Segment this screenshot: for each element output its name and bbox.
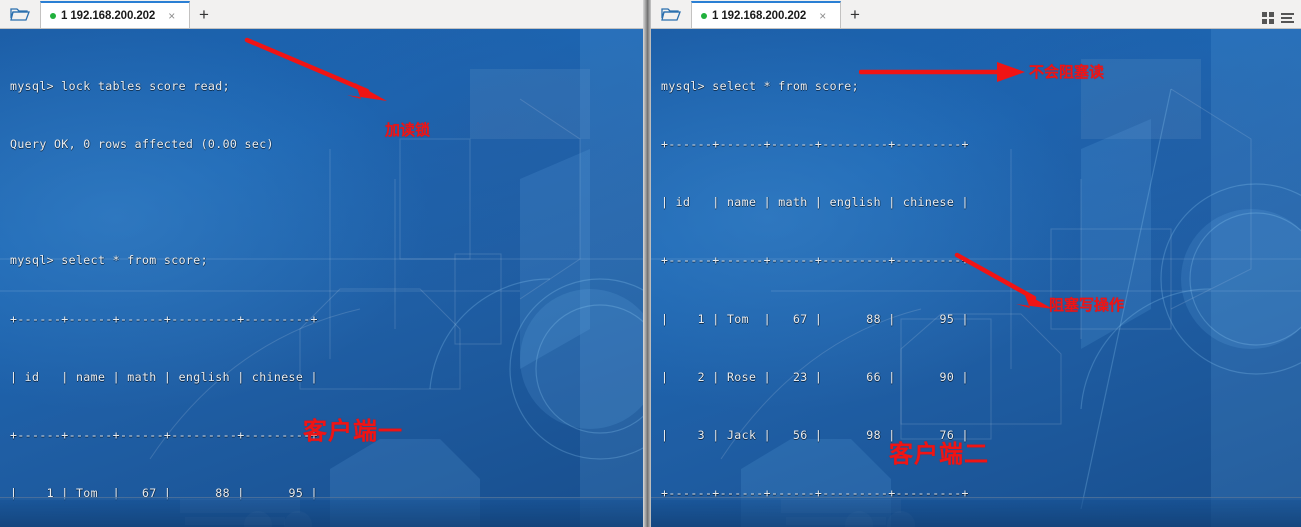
left-terminal-screen[interactable]: mysql> lock tables score read; Query OK,… xyxy=(0,29,643,527)
terminal-line: mysql> select * from score; xyxy=(661,78,859,93)
tabbar-tools xyxy=(1262,12,1301,28)
pane-divider[interactable] xyxy=(643,0,651,527)
terminal-line: mysql> select * from score; xyxy=(10,253,208,268)
terminal-line: mysql> lock tables score read; xyxy=(10,78,230,93)
right-session-tab[interactable]: 1 192.168.200.202 × xyxy=(691,1,841,28)
left-session-tab[interactable]: 1 192.168.200.202 × xyxy=(40,1,190,28)
folder-icon xyxy=(661,6,681,22)
lock-annotation: 加读锁 xyxy=(385,121,431,139)
connection-status-dot xyxy=(701,12,707,19)
left-tab-label: 1 192.168.200.202 xyxy=(61,9,156,22)
app-window: 1 192.168.200.202 × + mysql> lock tables… xyxy=(0,0,1301,527)
terminal-line: | id | name | math | english | chinese | xyxy=(10,369,318,384)
write-annotation: 阻塞写操作 xyxy=(1049,296,1125,314)
right-bottom-strip xyxy=(651,497,1301,527)
right-terminal-screen[interactable]: mysql> select * from score; +------+----… xyxy=(651,29,1301,527)
layout-grid-icon[interactable] xyxy=(1262,12,1274,24)
read-annotation: 不会阻塞读 xyxy=(1029,63,1105,81)
connection-status-dot xyxy=(50,12,56,19)
close-icon[interactable]: × xyxy=(168,10,175,22)
terminal-line: | id | name | math | english | chinese | xyxy=(661,195,969,210)
right-client-label: 客户端二 xyxy=(889,440,989,468)
menu-hamburger-icon[interactable] xyxy=(1281,13,1294,23)
left-tab-bar: 1 192.168.200.202 × + xyxy=(0,0,643,29)
right-tab-bar: 1 192.168.200.202 × + xyxy=(651,0,1301,29)
left-client-label: 客户端一 xyxy=(303,417,403,445)
open-session-folder-button[interactable] xyxy=(651,0,691,28)
terminal-line: Query OK, 0 rows affected (0.00 sec) xyxy=(10,137,274,152)
close-icon[interactable]: × xyxy=(819,10,826,22)
terminal-line: | 1 | Tom | 67 | 88 | 95 | xyxy=(661,311,969,326)
terminal-line: +------+------+------+---------+--------… xyxy=(10,311,318,326)
terminal-line: | 2 | Rose | 23 | 66 | 90 | xyxy=(661,369,969,384)
open-session-folder-button[interactable] xyxy=(0,0,40,28)
folder-icon xyxy=(10,6,30,22)
new-tab-button[interactable]: + xyxy=(841,1,869,28)
terminal-line: +------+------+------+---------+--------… xyxy=(661,253,969,268)
new-tab-button[interactable]: + xyxy=(190,1,218,28)
terminal-line: +------+------+------+---------+--------… xyxy=(661,137,969,152)
right-terminal-pane: 1 192.168.200.202 × + mysql> select * fr… xyxy=(651,0,1301,527)
right-tab-label: 1 192.168.200.202 xyxy=(712,9,807,22)
left-terminal-output: mysql> lock tables score read; Query OK,… xyxy=(0,29,643,527)
left-bottom-strip xyxy=(0,497,643,527)
left-terminal-pane: 1 192.168.200.202 × + mysql> lock tables… xyxy=(0,0,643,527)
